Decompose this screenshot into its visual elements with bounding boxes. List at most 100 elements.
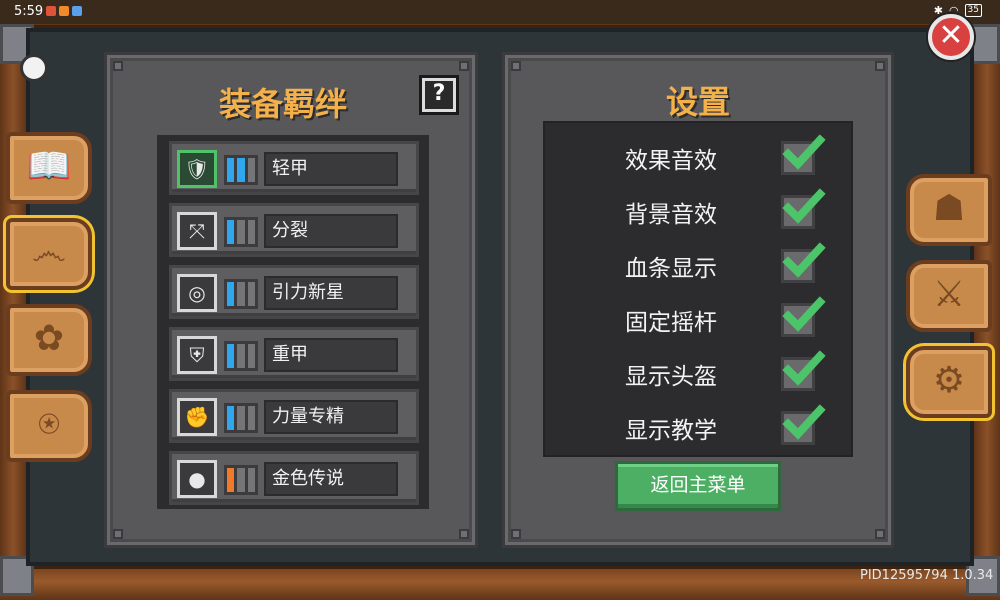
- setting-checkbox[interactable]: [781, 134, 826, 175]
- flame-orb-icon: ●: [177, 460, 217, 498]
- panel-rivet: [875, 529, 885, 539]
- settings-panel: 设置 效果音效背景音效血条显示固定摇杆显示头盔显示教学 返回主菜单: [502, 52, 894, 548]
- vortex-icon: ◎: [177, 274, 217, 312]
- bond-row[interactable]: ● 金色传说: [169, 451, 419, 505]
- bond-level-meter: [224, 341, 258, 371]
- split-arrows-icon: ⤧: [177, 212, 217, 250]
- bond-label: 金色传说: [264, 462, 398, 496]
- panel-rivet: [113, 529, 123, 539]
- return-to-main-menu-button[interactable]: 返回主菜单: [615, 461, 781, 511]
- left-tab[interactable]: ⍟: [6, 390, 92, 462]
- setting-row: 背景音效: [545, 188, 851, 235]
- panel-rivet: [459, 61, 469, 71]
- meter-segment: [237, 468, 245, 492]
- panel-rivet: [459, 529, 469, 539]
- bond-list: 🛡 轻甲 ⤧ 分裂 ◎ 引力新星 ⛨ 重甲 ✊ 力量专精 ● 金色传说: [157, 135, 429, 509]
- panel-rivet: [875, 61, 885, 71]
- bond-row[interactable]: ⛨ 重甲: [169, 327, 419, 381]
- fist-icon: ✊: [177, 398, 217, 436]
- bond-level-meter: [224, 403, 258, 433]
- meter-segment: [227, 406, 235, 430]
- meter-segment: [247, 344, 255, 368]
- panel-rivet: [511, 61, 521, 71]
- meter-segment: [237, 220, 245, 244]
- bond-label: 引力新星: [264, 276, 398, 310]
- meter-segment: [237, 282, 245, 306]
- setting-label: 血条显示: [625, 256, 717, 282]
- setting-label: 显示头盔: [625, 364, 717, 390]
- meter-segment: [247, 220, 255, 244]
- setting-label: 显示教学: [625, 418, 717, 444]
- checkmark-icon: [782, 242, 826, 278]
- bond-level-meter: [224, 465, 258, 495]
- bond-row[interactable]: ⤧ 分裂: [169, 203, 419, 257]
- app-notification-icon: [46, 6, 56, 16]
- bond-row[interactable]: 🛡 轻甲: [169, 141, 419, 195]
- bond-row[interactable]: ✊ 力量专精: [169, 389, 419, 443]
- setting-checkbox[interactable]: [781, 296, 826, 337]
- checkmark-icon: [782, 188, 826, 224]
- meter-segment: [237, 406, 245, 430]
- meter-segment: [247, 282, 255, 306]
- setting-row: 血条显示: [545, 242, 851, 289]
- meter-segment: [247, 406, 255, 430]
- setting-row: 效果音效: [545, 134, 851, 181]
- right-tab[interactable]: ⚙: [906, 346, 992, 418]
- bond-panel-title: 装备羁绊: [218, 85, 347, 123]
- wood-frame-bottom: [0, 566, 1000, 600]
- left-tab[interactable]: ෴: [6, 218, 92, 290]
- meter-segment: [227, 158, 235, 182]
- bond-label: 分裂: [264, 214, 398, 248]
- setting-label: 效果音效: [625, 148, 717, 174]
- paw-icon: ✿: [33, 318, 65, 359]
- app-notification-icon: [59, 6, 69, 16]
- setting-row: 显示头盔: [545, 350, 851, 397]
- book-icon: 📖: [26, 146, 72, 187]
- right-tab[interactable]: ☗: [906, 174, 992, 246]
- setting-checkbox[interactable]: [781, 404, 826, 445]
- right-tab[interactable]: ⚔: [906, 260, 992, 332]
- meter-segment: [227, 344, 235, 368]
- checkmark-icon: [782, 296, 826, 332]
- settings-list: 效果音效背景音效血条显示固定摇杆显示头盔显示教学: [543, 121, 853, 457]
- meter-segment: [227, 468, 235, 492]
- helmet-icon: ☗: [932, 188, 966, 229]
- build-info: PID12595794 1.0.34: [860, 568, 994, 583]
- bond-label: 力量专精: [264, 400, 398, 434]
- setting-label: 固定摇杆: [625, 310, 717, 336]
- setting-row: 显示教学: [545, 404, 851, 451]
- bond-label: 轻甲: [264, 152, 398, 186]
- settings-panel-title: 设置: [665, 83, 730, 121]
- bond-label: 重甲: [264, 338, 398, 372]
- notification-icons: [46, 6, 82, 16]
- meter-segment: [227, 220, 235, 244]
- equipment-bond-panel: 装备羁绊 ? 🛡 轻甲 ⤧ 分裂 ◎ 引力新星 ⛨ 重甲 ✊ 力量专精 ● 金色传说: [104, 52, 478, 548]
- battery-indicator: 35: [964, 4, 982, 17]
- swords-icon: ⚔: [932, 274, 966, 315]
- gear-icon: ⚙: [932, 360, 966, 401]
- bond-level-meter: [224, 155, 258, 185]
- meter-segment: [247, 158, 255, 182]
- status-bar: 5:59 ✱ ◠ 35: [0, 0, 1000, 24]
- close-button[interactable]: ✕: [928, 14, 974, 60]
- scroll-icon: ෴: [31, 232, 67, 273]
- help-button[interactable]: ?: [419, 75, 459, 115]
- setting-checkbox[interactable]: [781, 242, 826, 283]
- panel-rivet: [113, 61, 123, 71]
- checkmark-icon: [782, 350, 826, 386]
- setting-row: 固定摇杆: [545, 296, 851, 343]
- setting-checkbox[interactable]: [781, 188, 826, 229]
- back-indicator-icon[interactable]: [20, 54, 48, 82]
- left-tab[interactable]: 📖: [6, 132, 92, 204]
- meter-segment: [227, 282, 235, 306]
- meter-segment: [237, 158, 245, 182]
- setting-label: 背景音效: [625, 202, 717, 228]
- left-tab[interactable]: ✿: [6, 304, 92, 376]
- setting-checkbox[interactable]: [781, 350, 826, 391]
- checkmark-icon: [782, 404, 826, 440]
- meter-segment: [237, 344, 245, 368]
- app-notification-icon: [72, 6, 82, 16]
- bond-level-meter: [224, 279, 258, 309]
- bond-level-meter: [224, 217, 258, 247]
- bond-row[interactable]: ◎ 引力新星: [169, 265, 419, 319]
